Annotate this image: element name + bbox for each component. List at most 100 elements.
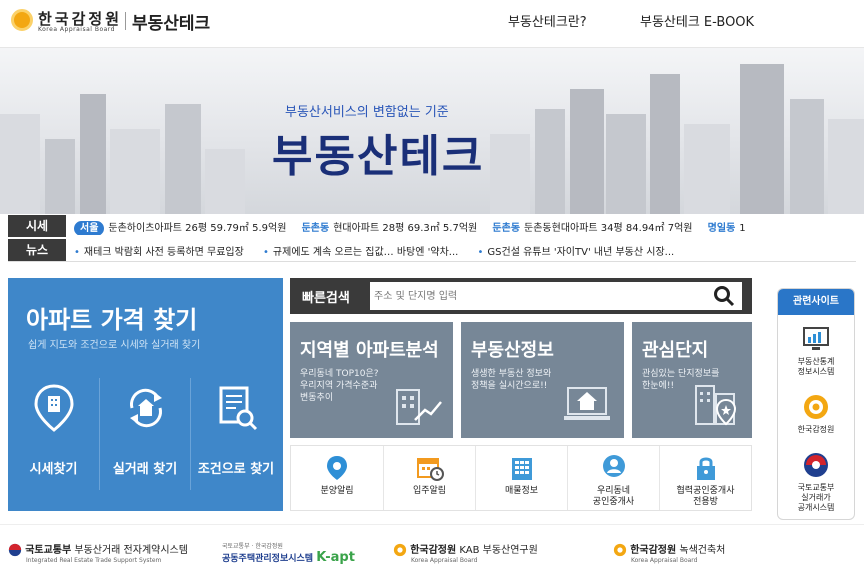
- skyline-building: [740, 64, 784, 214]
- footer-sub: 국토교통부 · 한국감정원: [222, 543, 283, 550]
- skyline-building: [110, 129, 160, 214]
- skyline-building: [828, 119, 864, 214]
- sale-alert-label: 분양알림: [320, 486, 354, 496]
- news-item[interactable]: • 재테크 박람회 사전 등록하면 무료입장: [74, 243, 244, 258]
- partner-footer: 국토교통부 부동산거래 전자계약시스템 Integrated Real Esta…: [0, 524, 864, 577]
- quick-service-icon-row: 분양알림 입주알림 매물정보 우리동네 공인중개사 협력공인중개사 전용방: [290, 445, 752, 511]
- card-description: 생생한 부동산 정보와 정책을 실시간으로!!: [471, 369, 552, 391]
- hero-title: 부동산테크: [272, 131, 485, 182]
- skyline-building: [80, 94, 106, 214]
- partner-agent-room-button[interactable]: 협력공인중개사 전용방: [659, 446, 751, 510]
- footer-link-green-building[interactable]: 한국감정원 녹색건축처 Korea Appraisal Board: [613, 541, 726, 564]
- price-ticker[interactable]: 서울 둔촌하이츠아파트 26평 59.79㎡ 5.9억원 둔촌동 현대아파트 28평…: [74, 219, 856, 235]
- molit-emblem-icon: [8, 543, 22, 557]
- real-estate-info-card[interactable]: 부동산정보 생생한 부동산 정보와 정책을 실시간으로!!: [461, 322, 624, 438]
- calendar-clock-icon: [417, 458, 444, 481]
- quick-search-input[interactable]: [370, 282, 742, 310]
- price-item[interactable]: 1: [739, 223, 745, 234]
- related-molit-trade-link[interactable]: 국토교통부 실거래가 공개시스템: [778, 451, 854, 513]
- nav-ebook-link[interactable]: 부동산테크 E-BOOK: [640, 11, 754, 30]
- news-item[interactable]: • GS건설 유튜브 '자이TV' 내년 부동산 시장...: [478, 243, 675, 258]
- footer-link-e-contract[interactable]: 국토교통부 부동산거래 전자계약시스템 Integrated Real Esta…: [8, 541, 188, 564]
- footer-link-kapt[interactable]: 국토교통부 · 한국감정원 공동주택관리정보시스템 K-apt: [222, 541, 355, 565]
- skyline-building: [684, 124, 730, 214]
- apartment-building-icon: [512, 458, 532, 480]
- agent-person-icon: [603, 455, 625, 477]
- market-price-search-label: 시세찾기: [29, 462, 78, 477]
- news-headline: 재테크 박람회 사전 등록하면 무료입장: [83, 247, 244, 258]
- skyline-building: [205, 149, 245, 214]
- laptop-house-icon: [564, 387, 610, 420]
- footer-sub: Integrated Real Estate Trade Support Sys…: [26, 557, 162, 564]
- related-kab-link[interactable]: 한국감정원: [778, 393, 854, 435]
- apt-finder-title: 아파트 가격 찾기: [26, 306, 198, 334]
- brand-logo[interactable]: 부동산테크: [132, 9, 210, 34]
- price-item[interactable]: 둔촌하이츠아파트 26평 59.79㎡ 5.9억원: [108, 223, 286, 234]
- price-ticker-label: 시세: [8, 215, 66, 237]
- kab-emblem-icon: [613, 543, 627, 557]
- condition-search-button[interactable]: 조건으로 찾기: [190, 378, 281, 490]
- footer-name: 부동산거래 전자계약시스템: [74, 545, 188, 556]
- card-title: 관심단지: [642, 340, 709, 361]
- skyline-building: [490, 134, 530, 214]
- logo-divider: [125, 12, 126, 30]
- map-pin-icon: [34, 384, 74, 432]
- skyline-building: [535, 109, 565, 214]
- local-agent-label: 우리동네 공인중개사: [592, 486, 635, 507]
- kab-emblem-icon: [393, 543, 407, 557]
- skyline-building: [650, 74, 680, 214]
- monitor-chart-icon: [803, 327, 829, 350]
- price-item[interactable]: 둔촌동현대아파트 34평 84.94㎡ 7억원: [524, 223, 692, 234]
- price-area: 명일동: [707, 223, 736, 234]
- skyline-building: [45, 139, 75, 214]
- footer-name: 녹색건축처: [679, 545, 726, 556]
- related-sites-panel: 관련사이트 부동산통계 정보시스템 한국감정원 국토교통부 실거래가 공개시스템: [777, 288, 855, 520]
- sale-alert-button[interactable]: 분양알림: [291, 446, 383, 510]
- related-sites-title: 관련사이트: [778, 289, 854, 315]
- skyline-building: [0, 114, 40, 214]
- condition-search-label: 조건으로 찾기: [197, 462, 275, 477]
- search-icon[interactable]: [712, 284, 736, 308]
- price-area: 둔촌동: [301, 223, 330, 234]
- local-agent-button[interactable]: 우리동네 공인중개사: [567, 446, 659, 510]
- footer-link-kab-research[interactable]: 한국감정원 KAB 부동산연구원 Korea Appraisal Board: [393, 541, 538, 564]
- lock-icon: [697, 457, 715, 480]
- kab-logo-icon: [11, 9, 33, 31]
- skyline-building: [606, 114, 646, 214]
- price-area: 둔촌동: [492, 223, 521, 234]
- apt-price-finder-panel: 아파트 가격 찾기 쉽게 지도와 조건으로 시세와 실거래 찾기 시세찾기 실거…: [8, 278, 283, 511]
- footer-sub: Korea Appraisal Board: [411, 557, 478, 564]
- bullet-icon: •: [74, 247, 80, 258]
- location-pin-icon: [327, 456, 347, 480]
- news-ticker-label: 뉴스: [8, 239, 66, 261]
- card-title: 부동산정보: [471, 340, 554, 361]
- footer-sub: Korea Appraisal Board: [631, 557, 698, 564]
- move-in-alert-button[interactable]: 입주알림: [383, 446, 475, 510]
- apt-finder-subtitle: 쉽게 지도와 조건으로 시세와 실거래 찾기: [28, 340, 201, 351]
- news-ticker[interactable]: • 재테크 박람회 사전 등록하면 무료입장 • 규제에도 계속 오르는 집값… 바…: [74, 243, 856, 259]
- kab-emblem-icon: [804, 395, 828, 419]
- market-price-search-button[interactable]: 시세찾기: [8, 378, 99, 490]
- footer-org: 국토교통부: [25, 545, 72, 556]
- favorite-complex-card[interactable]: 관심단지 관심있는 단지정보를 한눈에!!: [632, 322, 752, 438]
- skyline-building: [790, 99, 824, 214]
- logo-english-text: Korea Appraisal Board: [38, 26, 115, 33]
- price-news-ticker: 시세 서울 둔촌하이츠아파트 26평 59.79㎡ 5.9억원 둔촌동 현대아파트 …: [8, 214, 856, 262]
- hero-banner: 부동산서비스의 변함없는 기준 부동산테크: [0, 48, 864, 214]
- news-headline: 규제에도 계속 오르는 집값… 바탕엔 '약차...: [272, 247, 459, 258]
- nav-about-link[interactable]: 부동산테크란?: [508, 11, 587, 30]
- bullet-icon: •: [263, 247, 269, 258]
- price-item[interactable]: 현대아파트 28평 69.3㎡ 5.7억원: [333, 223, 477, 234]
- footer-name: KAB 부동산연구원: [459, 545, 538, 556]
- actual-trade-search-button[interactable]: 실거래 찾기: [99, 378, 190, 490]
- news-item[interactable]: • 규제에도 계속 오르는 집값… 바탕엔 '약차...: [263, 243, 458, 258]
- region-badge[interactable]: 서울: [74, 221, 105, 235]
- regional-apt-analysis-card[interactable]: 지역별 아파트분석 우리동네 TOP10은? 우리지역 가격수준과 변동추이: [290, 322, 453, 438]
- skyline-building: [165, 104, 201, 214]
- molit-emblem-icon: [804, 453, 828, 477]
- listing-info-button[interactable]: 매물정보: [475, 446, 567, 510]
- refresh-house-icon: [130, 388, 162, 428]
- bullet-icon: •: [477, 247, 484, 258]
- related-stats-system-link[interactable]: 부동산통계 정보시스템: [778, 325, 854, 377]
- news-headline: GS건설 유튜브 '자이TV' 내년 부동산 시장...: [487, 247, 675, 258]
